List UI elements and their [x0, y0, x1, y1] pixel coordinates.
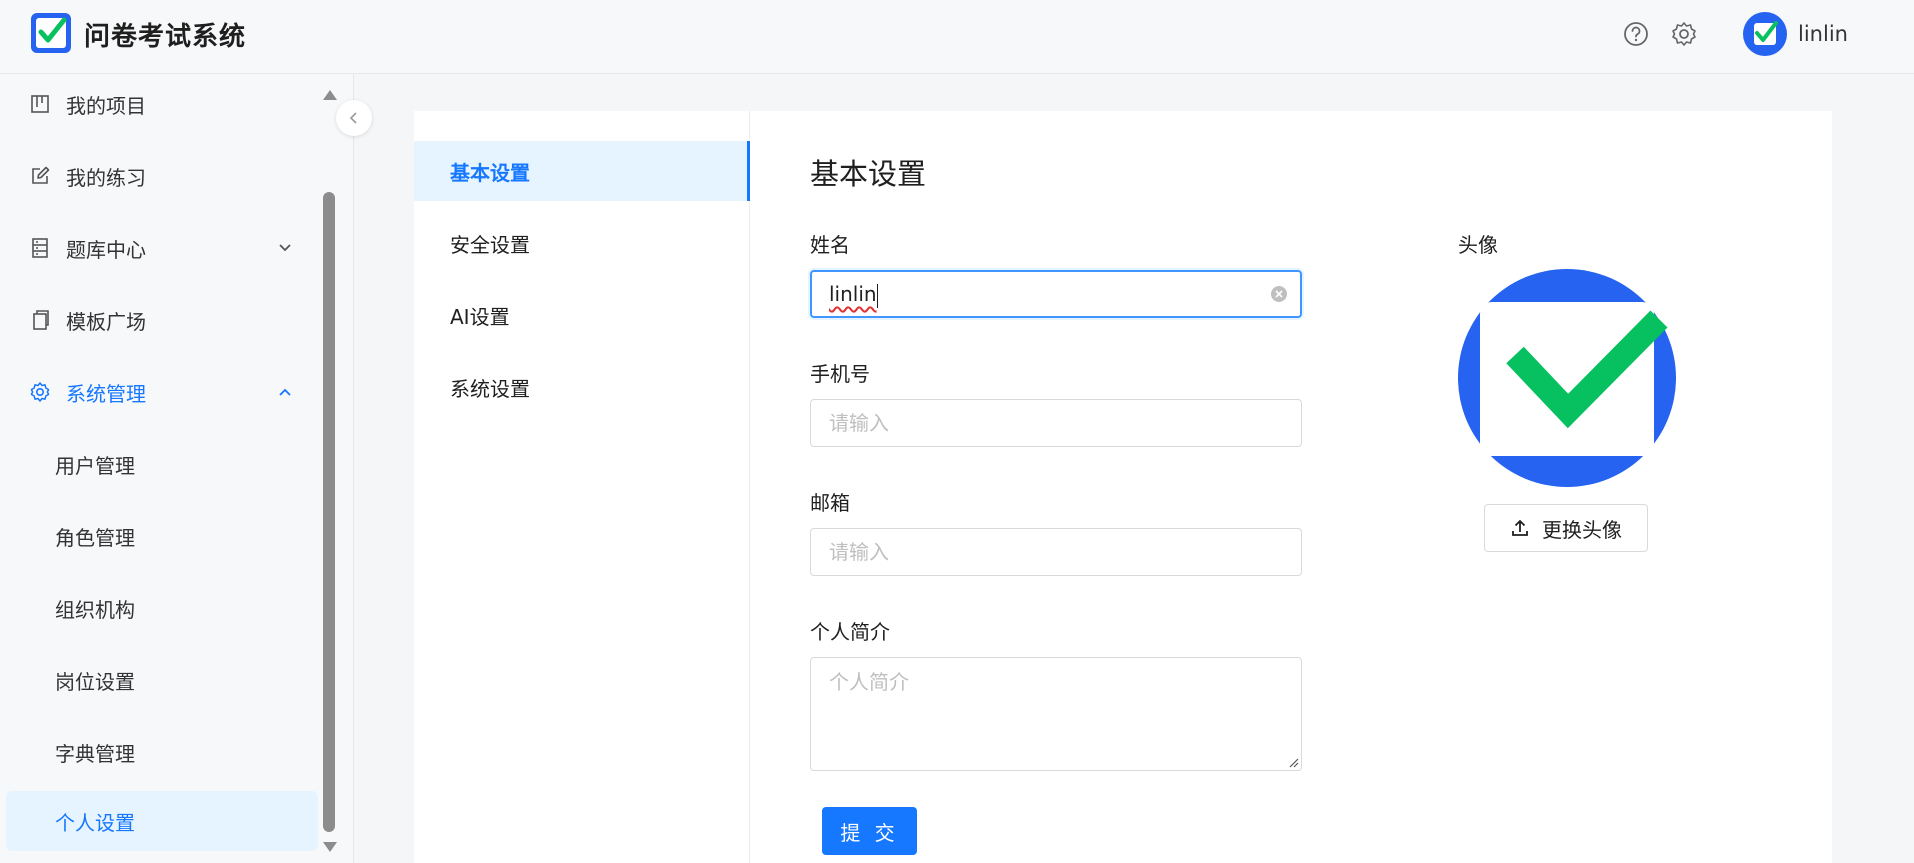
phone-input-placeholder: 请输入 [829, 411, 889, 435]
clear-input-icon[interactable] [1270, 285, 1288, 303]
bio-textarea-placeholder: 个人简介 [829, 670, 909, 694]
top-header: 问卷考试系统 linlin [0, 0, 1914, 74]
settings-nav-security[interactable]: 安全设置 [414, 213, 750, 273]
profile-avatar [1458, 269, 1676, 487]
sidebar-subitem-label: 岗位设置 [55, 669, 135, 694]
sidebar-item-label: 题库中心 [66, 237, 146, 262]
sidebar: 我的项目 我的练习 题库中心 模板广场 系统管理 用户管理 角色管理 组织机构 … [0, 74, 354, 863]
scroll-thumb[interactable] [323, 192, 335, 832]
sidebar-subitem-label: 角色管理 [55, 525, 135, 550]
settings-nav-label: 系统设置 [450, 376, 530, 401]
change-avatar-label: 更换头像 [1542, 517, 1622, 542]
project-icon [31, 95, 49, 113]
section-title: 基本设置 [810, 157, 927, 191]
sidebar-item-label: 系统管理 [66, 381, 146, 406]
email-input[interactable]: 请输入 [810, 528, 1302, 576]
sidebar-subitem-user-management[interactable]: 用户管理 [6, 434, 318, 494]
scroll-down-arrow-icon[interactable] [323, 842, 337, 852]
change-avatar-button[interactable]: 更换头像 [1484, 504, 1648, 552]
sidebar-subitem-role-management[interactable]: 角色管理 [6, 506, 318, 566]
upload-icon [1512, 519, 1528, 536]
sidebar-subitem-position-settings[interactable]: 岗位设置 [6, 650, 318, 710]
sidebar-subitem-label: 个人设置 [55, 810, 135, 835]
settings-nav-label: 基本设置 [450, 160, 530, 185]
sidebar-item-label: 我的练习 [66, 165, 146, 190]
text-caret [876, 283, 878, 308]
name-label: 姓名 [810, 233, 850, 257]
sidebar-subitem-personal-settings[interactable]: 个人设置 [6, 791, 318, 851]
gear-icon[interactable] [1670, 20, 1698, 48]
name-input[interactable]: linlin [810, 270, 1302, 318]
settings-nav-system[interactable]: 系统设置 [414, 357, 750, 417]
sidebar-item-system-management[interactable]: 系统管理 [6, 362, 318, 422]
copy-icon [33, 310, 49, 330]
database-icon [32, 238, 48, 258]
sidebar-scrollbar[interactable] [320, 74, 338, 863]
settings-nav-basic[interactable]: 基本设置 [414, 141, 750, 201]
resize-grip-icon[interactable] [1287, 756, 1299, 768]
phone-input[interactable]: 请输入 [810, 399, 1302, 447]
phone-label: 手机号 [810, 362, 870, 386]
chevron-left-icon [349, 112, 357, 124]
email-input-placeholder: 请输入 [829, 540, 889, 564]
sidebar-item-my-projects[interactable]: 我的项目 [6, 74, 318, 134]
sidebar-item-question-bank[interactable]: 题库中心 [6, 218, 318, 278]
submit-button[interactable]: 提 交 [822, 807, 917, 855]
user-avatar[interactable] [1743, 12, 1787, 56]
gear-icon [30, 382, 50, 402]
app-title: 问卷考试系统 [84, 22, 247, 52]
sidebar-item-my-practice[interactable]: 我的练习 [6, 146, 318, 206]
chevron-down-icon [279, 244, 291, 252]
sidebar-subitem-label: 组织机构 [55, 597, 135, 622]
settings-nav-label: AI设置 [450, 304, 510, 329]
chevron-up-icon [279, 388, 291, 396]
question-circle-icon[interactable] [1622, 20, 1650, 48]
sidebar-subitem-label: 用户管理 [55, 453, 135, 478]
avatar-label: 头像 [1458, 233, 1498, 257]
settings-nav: 基本设置 安全设置 AI设置 系统设置 [414, 111, 750, 863]
sidebar-item-label: 模板广场 [66, 309, 146, 334]
scroll-up-arrow-icon[interactable] [323, 90, 337, 100]
settings-card: 基本设置 安全设置 AI设置 系统设置 基本设置 姓名 linlin 手机号 请… [414, 111, 1832, 863]
app-logo [31, 13, 71, 53]
name-input-value: linlin [829, 282, 877, 306]
settings-nav-ai[interactable]: AI设置 [414, 285, 750, 345]
sidebar-subitem-label: 字典管理 [55, 741, 135, 766]
user-name[interactable]: linlin [1798, 22, 1848, 46]
edit-icon [32, 166, 50, 184]
collapse-sidebar-button[interactable] [336, 100, 372, 136]
settings-nav-label: 安全设置 [450, 232, 530, 257]
sidebar-subitem-organization[interactable]: 组织机构 [6, 578, 318, 638]
bio-label: 个人简介 [810, 620, 890, 644]
email-label: 邮箱 [810, 491, 850, 515]
sidebar-subitem-dictionary[interactable]: 字典管理 [6, 722, 318, 782]
sidebar-item-template-square[interactable]: 模板广场 [6, 290, 318, 350]
sidebar-item-label: 我的项目 [66, 93, 146, 118]
bio-textarea[interactable]: 个人简介 [810, 657, 1302, 771]
